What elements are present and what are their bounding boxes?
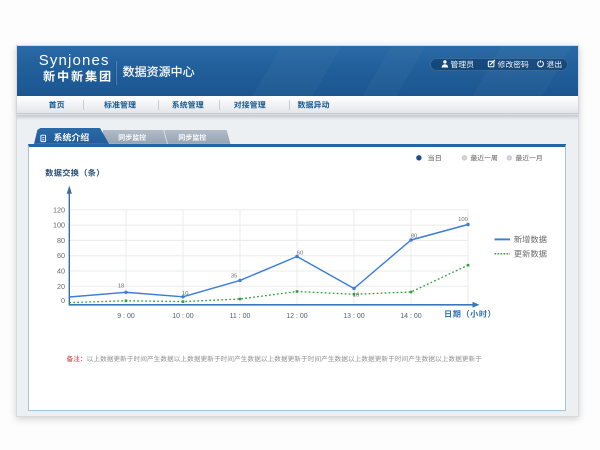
- svg-text:0: 0: [61, 296, 65, 305]
- svg-text:14 : 00: 14 : 00: [400, 313, 422, 320]
- svg-text:80: 80: [57, 236, 65, 245]
- svg-text:18: 18: [118, 284, 125, 290]
- svg-text:100: 100: [458, 217, 469, 223]
- svg-text:9 : 00: 9 : 00: [117, 313, 135, 320]
- svg-text:60: 60: [297, 251, 304, 257]
- svg-text:10: 10: [353, 293, 360, 299]
- svg-text:10 : 00: 10 : 00: [172, 313, 194, 320]
- svg-text:120: 120: [53, 205, 65, 214]
- svg-text:40: 40: [57, 267, 65, 276]
- svg-text:20: 20: [57, 282, 65, 291]
- svg-text:13 : 00: 13 : 00: [343, 313, 365, 320]
- svg-text:12 : 00: 12 : 00: [286, 313, 308, 320]
- svg-text:35: 35: [231, 274, 238, 280]
- svg-text:11 : 00: 11 : 00: [230, 313, 251, 320]
- svg-text:10: 10: [182, 291, 189, 297]
- svg-text:60: 60: [57, 251, 65, 260]
- svg-text:80: 80: [411, 234, 418, 240]
- svg-text:100: 100: [53, 221, 65, 230]
